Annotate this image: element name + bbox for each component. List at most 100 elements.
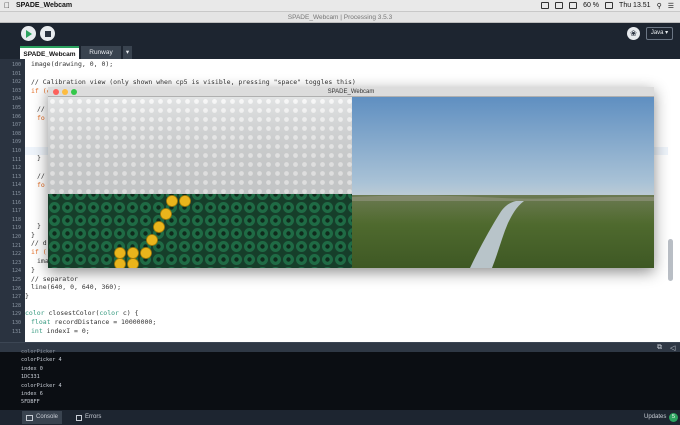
console-line: 5FDBFF <box>21 399 40 405</box>
tab-console[interactable]: Console <box>22 411 63 424</box>
battery-icon[interactable] <box>605 2 614 9</box>
app-menu[interactable]: SPADE_Webcam <box>16 2 72 9</box>
line-number: 128 <box>11 302 21 309</box>
code-line: } <box>37 154 41 162</box>
stop-icon <box>44 30 51 37</box>
zoom-button[interactable] <box>71 89 77 95</box>
line-number: 119 <box>11 225 21 232</box>
window-titlebar: SPADE_Webcam | Processing 3.5.3 <box>0 12 680 23</box>
code-line: // <box>37 105 45 113</box>
line-number: 108 <box>11 130 21 137</box>
tab-bar: SPADE_Webcam Runway ▾ <box>0 45 680 59</box>
line-number: 120 <box>11 234 21 240</box>
line-number: 123 <box>11 259 21 266</box>
copy-icon[interactable]: ⧉ <box>657 344 662 352</box>
landscape-image <box>352 97 654 268</box>
search-icon[interactable]: ⚲ <box>657 2 662 10</box>
control-center-icon[interactable]: ☰ <box>668 2 674 10</box>
console-line: index 6 <box>21 391 43 397</box>
status-bar: Console Errors Updates 5 <box>0 410 680 425</box>
console-line: colorPicker <box>21 349 56 355</box>
apple-menu-icon[interactable]:  <box>0 1 14 10</box>
editor-scrollbar[interactable] <box>668 239 673 281</box>
code-line: } <box>37 222 41 230</box>
line-number: 131 <box>11 328 21 335</box>
code-line: fo <box>37 114 45 122</box>
butterfly-icon: ❀ <box>630 29 637 38</box>
line-number: 122 <box>11 251 21 258</box>
tab-menu-button[interactable]: ▾ <box>123 46 132 59</box>
line-number: 101 <box>11 70 21 77</box>
line-number: 102 <box>11 79 21 86</box>
minimize-button[interactable] <box>62 89 68 95</box>
line-number: 104 <box>11 96 21 103</box>
console-line: colorPicker 4 <box>21 383 62 389</box>
console-output[interactable]: colorPicker colorPicker 4 index 0 1DC331… <box>0 349 680 410</box>
line-number: 116 <box>11 199 21 206</box>
line-number: 109 <box>11 139 21 146</box>
console-line: index 0 <box>21 366 43 372</box>
toolbar: ❀ Java ▾ <box>0 23 680 45</box>
line-number: 106 <box>11 113 21 120</box>
line-number: 114 <box>11 182 21 189</box>
stop-button[interactable] <box>40 26 55 41</box>
console-line: 1DC331 <box>21 374 40 380</box>
code-line: if ( <box>31 248 47 256</box>
macos-menubar:  SPADE_Webcam 60 % Thu 13.51 ⚲ ☰ <box>0 0 680 12</box>
code-line: // Calibration view (only shown when cp5… <box>31 78 356 86</box>
code-line: ima <box>37 257 49 265</box>
tab-spade-webcam[interactable]: SPADE_Webcam <box>20 46 79 59</box>
generated-landscape <box>352 97 654 268</box>
collapse-icon[interactable]: ◁ <box>670 344 675 352</box>
line-number: 100 <box>11 62 21 68</box>
webcam-feed <box>48 97 352 268</box>
code-line: // separator <box>31 275 78 283</box>
menubar-clock[interactable]: Thu 13.51 <box>619 2 651 9</box>
line-number: 110 <box>11 148 21 154</box>
window-title: SPADE_Webcam | Processing 3.5.3 <box>287 14 393 21</box>
tab-runway[interactable]: Runway <box>81 46 121 59</box>
mode-label: Java <box>650 30 664 36</box>
line-number: 105 <box>11 105 21 111</box>
wifi-icon[interactable] <box>569 2 578 9</box>
line-number: 115 <box>11 191 21 197</box>
line-number: 126 <box>11 285 21 292</box>
line-number: 124 <box>11 268 21 275</box>
code-line: } <box>31 231 35 239</box>
tab-errors[interactable]: Errors <box>72 411 105 424</box>
code-line: fo <box>37 181 45 189</box>
updates-count-badge[interactable]: 5 <box>669 413 678 422</box>
debugger-button[interactable]: ❀ <box>627 27 640 40</box>
console-icon <box>26 414 33 421</box>
run-button[interactable] <box>21 26 36 41</box>
mode-selector[interactable]: Java ▾ <box>646 27 673 40</box>
code-line: image(drawing, 0, 0); <box>31 60 114 68</box>
line-number: 129 <box>11 311 21 318</box>
sketch-window[interactable]: SPADE_Webcam <box>48 87 654 268</box>
line-number: 121 <box>11 242 21 249</box>
sketch-title: SPADE_Webcam <box>327 89 375 95</box>
dropbox-icon[interactable] <box>541 2 550 9</box>
code-line: } <box>31 266 35 274</box>
close-button[interactable] <box>53 89 59 95</box>
line-number: 130 <box>11 320 21 326</box>
line-number: 112 <box>11 165 21 172</box>
notification-icon[interactable] <box>555 2 564 9</box>
updates-label[interactable]: Updates <box>644 414 666 420</box>
code-line: float recordDistance = 10000000; <box>31 318 157 326</box>
code-line: int indexI = 0; <box>31 327 90 335</box>
line-number: 117 <box>11 208 21 215</box>
line-number: 107 <box>11 122 21 129</box>
code-line: } <box>25 292 29 300</box>
line-number: 127 <box>11 294 21 301</box>
line-number: 111 <box>11 156 21 163</box>
line-number: 113 <box>11 173 21 180</box>
battery-percent[interactable]: 60 % <box>583 2 599 9</box>
console-divider[interactable]: ⧉ ◁ <box>0 342 680 352</box>
line-number: 118 <box>11 216 21 223</box>
code-line: color closestColor(color c) { <box>25 309 139 317</box>
line-number: 125 <box>11 277 21 283</box>
code-line: // <box>37 172 45 180</box>
sketch-titlebar[interactable]: SPADE_Webcam <box>48 87 654 97</box>
tab-console-label: Console <box>36 414 59 420</box>
